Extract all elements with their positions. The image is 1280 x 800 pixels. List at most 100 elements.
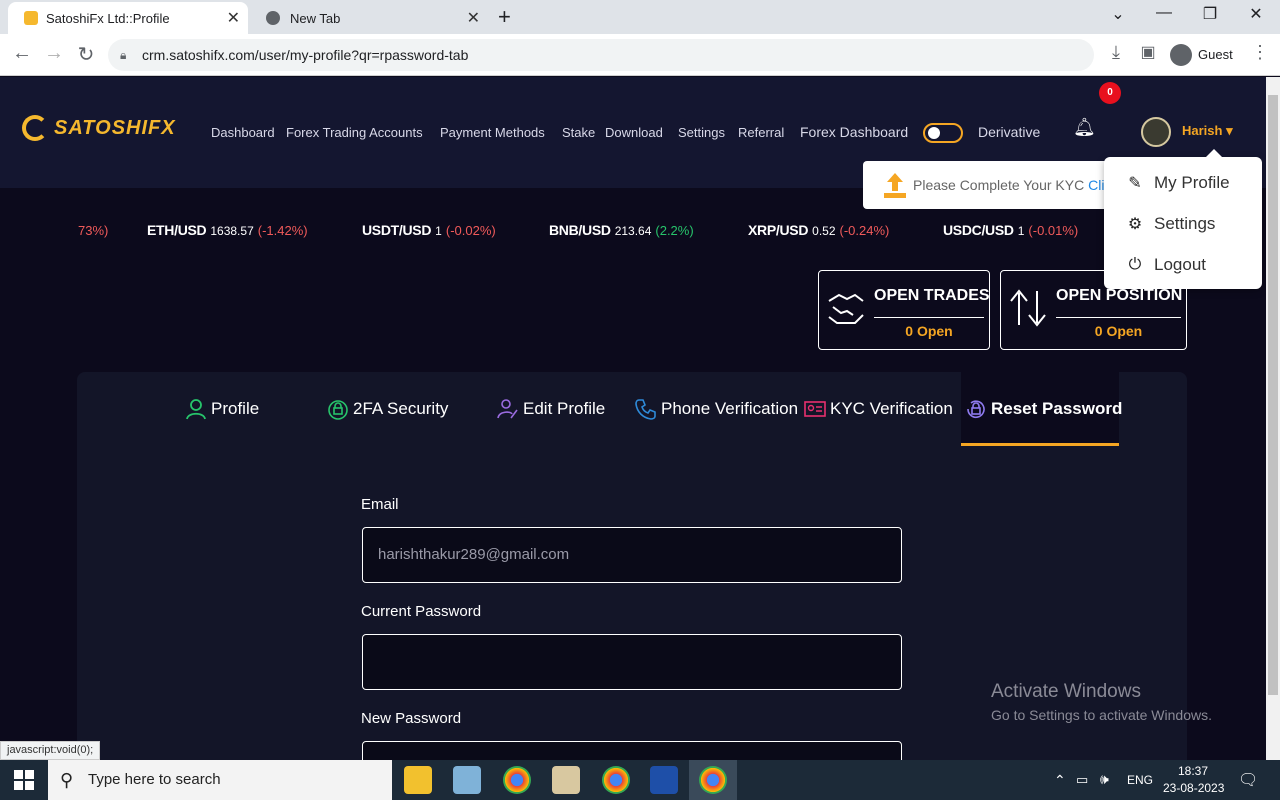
reload-icon[interactable]: ↻ — [72, 42, 100, 67]
tab-phone-verification[interactable]: Phone Verification — [635, 398, 798, 420]
tab-search-chevron-icon[interactable]: ⌄ — [1098, 4, 1138, 24]
chrome-app-icon[interactable] — [602, 766, 630, 794]
tab-title: SatoshiFx Ltd::Profile — [46, 10, 170, 26]
menu-item-my-profile[interactable]: ✎ My Profile — [1126, 173, 1229, 193]
user-name: Harish — [1182, 123, 1223, 138]
menu-kebab-icon[interactable]: ⋮ — [1246, 42, 1274, 63]
status-bar: javascript:void(0); — [0, 741, 101, 760]
lock-icon — [328, 400, 348, 420]
taskbar-search-box[interactable]: ⚲ Type here to search — [48, 760, 392, 800]
download-icon[interactable]: ⤓ — [1102, 42, 1130, 63]
derivative-label: Derivative — [978, 124, 1041, 140]
nav-link-payment-methods[interactable]: Payment Methods — [440, 125, 545, 140]
restore-icon[interactable]: ❐ — [1190, 4, 1230, 24]
menu-item-settings[interactable]: ⚙ Settings — [1126, 214, 1216, 234]
chrome-app-icon — [699, 766, 727, 794]
tab-title: New Tab — [290, 10, 341, 26]
card-divider — [1056, 317, 1181, 318]
browser-tab-strip: SatoshiFx Ltd::Profile ✕ New Tab ✕ + ⌄ —… — [0, 0, 1280, 34]
current-password-field[interactable] — [362, 634, 902, 690]
browser-tab-profile[interactable]: SatoshiFx Ltd::Profile ✕ — [8, 2, 248, 34]
web-page: SATOSHIFX Dashboard Forex Trading Accoun… — [0, 77, 1266, 760]
tab-reset-password[interactable]: Reset Password — [965, 398, 1122, 420]
open-trades-card[interactable]: OPEN TRADES 0 Open — [818, 270, 990, 350]
close-tab-icon[interactable]: ✕ — [467, 8, 480, 28]
card-title: OPEN POSITION — [1056, 287, 1183, 304]
lock-icon: 🔒︎ — [120, 48, 127, 62]
new-tab-plus-icon[interactable]: + — [498, 4, 511, 30]
volume-icon[interactable]: 🕪︎ — [1100, 771, 1109, 788]
notification-count-badge: 0 — [1099, 82, 1121, 104]
notification-center-icon[interactable]: 🗨︎ — [1238, 770, 1258, 790]
app-p-icon[interactable] — [650, 766, 678, 794]
forward-arrow-icon[interactable]: → — [40, 42, 68, 65]
nav-link-stake[interactable]: Stake — [562, 125, 595, 140]
close-window-icon[interactable]: ✕ — [1236, 4, 1276, 24]
profile-button[interactable]: Guest — [1164, 39, 1240, 71]
upload-icon — [884, 173, 906, 198]
bell-icon[interactable]: 🔔︎ — [1073, 117, 1096, 138]
side-panel-icon[interactable]: ▣ — [1134, 42, 1162, 62]
ticker-item: XRP/USD 0.52 (-0.24%) — [748, 222, 890, 238]
user-edit-icon — [497, 399, 518, 419]
email-label: Email — [361, 496, 399, 513]
globe-icon — [266, 11, 280, 25]
card-value: 0 Open — [1094, 323, 1143, 339]
chrome-app-icon[interactable] — [503, 766, 531, 794]
url-bar[interactable]: 🔒︎ crm.satoshifx.com/user/my-profile?qr=… — [108, 39, 1094, 71]
address-toolbar: ← → ↻ 🔒︎ crm.satoshifx.com/user/my-profi… — [0, 34, 1280, 76]
avatar[interactable] — [1141, 117, 1171, 147]
current-password-label: Current Password — [361, 603, 482, 620]
ticker-item: USDC/USD 1 (-0.01%) — [943, 222, 1079, 238]
nav-link-referral[interactable]: Referral — [738, 125, 784, 140]
user-menu-toggle[interactable]: Harish ▾ — [1182, 123, 1233, 139]
tab-edit-profile[interactable]: Edit Profile — [497, 398, 605, 420]
toggle-knob — [928, 127, 940, 139]
nav-link-settings[interactable]: Settings — [678, 125, 725, 140]
nav-link-forex-trading-accounts[interactable]: Forex Trading Accounts — [286, 125, 423, 140]
tab-profile[interactable]: Profile — [185, 398, 259, 420]
tab-kyc-verification[interactable]: KYC Verification — [804, 398, 953, 420]
kyc-banner-link[interactable]: Cli — [1088, 177, 1104, 193]
new-password-field[interactable] — [362, 741, 902, 760]
clock-date[interactable]: 23-08-2023 — [1163, 781, 1224, 795]
favicon-icon — [24, 11, 38, 25]
clock-time[interactable]: 18:37 — [1178, 764, 1208, 778]
minimize-icon[interactable]: — — [1144, 4, 1184, 22]
id-card-icon — [804, 401, 826, 417]
page-scrollbar[interactable] — [1266, 77, 1280, 760]
activate-windows-title: Activate Windows — [991, 681, 1141, 702]
network-icon[interactable]: ▭ — [1076, 772, 1088, 788]
dashboard-mode-toggle[interactable] — [923, 123, 963, 143]
back-arrow-icon[interactable]: ← — [8, 42, 36, 65]
ticker-item: BNB/USD 213.64 (2.2%) — [549, 222, 694, 238]
active-chrome-taskbar-button[interactable] — [689, 760, 737, 800]
gear-icon: ⚙ — [1127, 216, 1143, 233]
logo-text: SATOSHIFX — [54, 116, 176, 139]
open-position-card[interactable]: OPEN POSITION 0 Open — [1000, 270, 1187, 350]
url-text: crm.satoshifx.com/user/my-profile?qr=rpa… — [142, 47, 469, 63]
edit-icon: ✎ — [1128, 175, 1142, 192]
close-tab-icon[interactable]: ✕ — [227, 8, 240, 28]
kyc-reminder-banner: Please Complete Your KYC Cli — [863, 161, 1113, 209]
search-icon: ⚲ — [60, 770, 74, 790]
reset-lock-icon — [967, 400, 985, 419]
paint-icon[interactable] — [552, 766, 580, 794]
windows-taskbar: ⚲ Type here to search ⌃ ▭ 🕪︎ ENG 18:37 2… — [0, 760, 1280, 800]
tray-chevron-icon[interactable]: ⌃ — [1054, 772, 1066, 789]
new-password-label: New Password — [361, 710, 462, 727]
file-explorer-icon[interactable] — [404, 766, 432, 794]
email-field[interactable]: harishthakur289@gmail.com — [362, 527, 902, 583]
nav-link-download[interactable]: Download — [605, 125, 663, 140]
notepad-icon[interactable] — [453, 766, 481, 794]
windows-start-icon[interactable] — [14, 770, 34, 790]
scrollbar-thumb[interactable] — [1268, 95, 1278, 695]
nav-link-dashboard[interactable]: Dashboard — [211, 125, 275, 140]
card-title: OPEN TRADES — [874, 287, 990, 304]
tab-2fa-security[interactable]: 2FA Security — [327, 398, 448, 420]
kyc-banner-text: Please Complete Your KYC — [913, 177, 1085, 193]
browser-tab-new[interactable]: New Tab ✕ — [250, 2, 488, 34]
active-tab-indicator — [961, 443, 1119, 446]
site-logo[interactable]: SATOSHIFX — [22, 115, 176, 141]
language-indicator[interactable]: ENG — [1127, 773, 1153, 787]
